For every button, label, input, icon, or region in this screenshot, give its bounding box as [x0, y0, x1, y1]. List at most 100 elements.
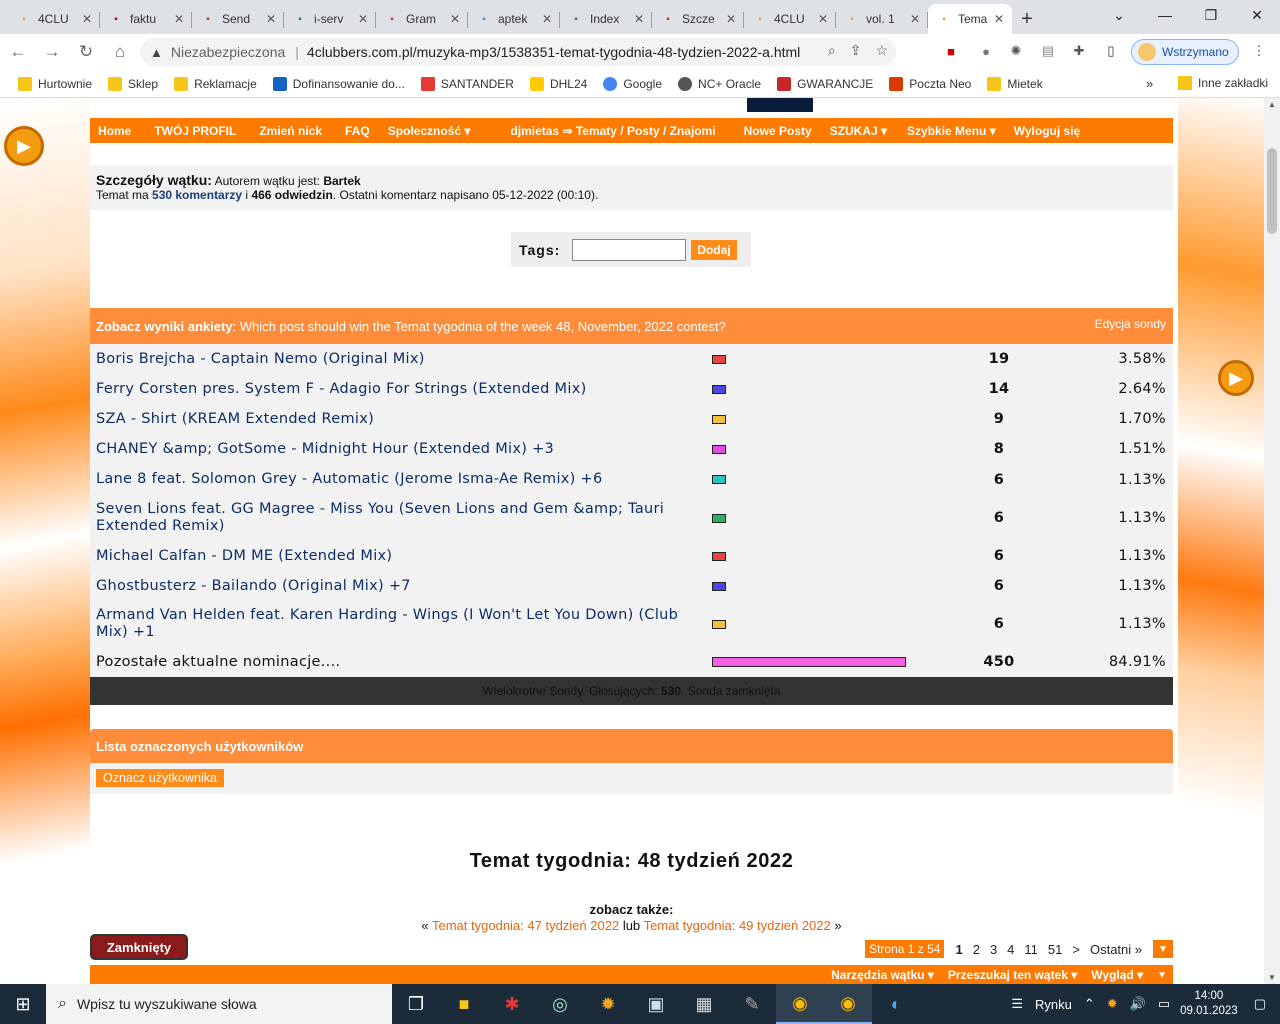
close-tab-icon[interactable]: ✕ [174, 12, 184, 26]
close-tab-icon[interactable]: ✕ [266, 12, 276, 26]
thread-closed-button[interactable]: Zamknięty [90, 934, 188, 960]
close-tab-icon[interactable]: ✕ [910, 12, 920, 26]
menu-item[interactable]: SZUKAJ ▾ [820, 124, 895, 138]
menu-item[interactable]: djmietas ⇒ Tematy / Posty / Znajomi [478, 124, 723, 138]
close-window-button[interactable]: ✕ [1234, 0, 1280, 30]
bookmark-item[interactable]: Dofinansowanie do... [272, 76, 405, 91]
zoom-icon[interactable]: ⌕ [828, 42, 836, 59]
browser-tab[interactable]: ▪ Index ✕ [560, 4, 652, 34]
bookmark-item[interactable]: Poczta Neo [889, 76, 971, 91]
forward-button[interactable]: → [36, 36, 68, 68]
page-link[interactable]: 11 [1024, 942, 1038, 957]
thread-tool-menu[interactable]: Wygląd ▾ [1091, 968, 1143, 982]
edge-icon[interactable]: ◐ [872, 984, 920, 1024]
previous-thread-link[interactable]: Temat tygodnia: 47 tydzień 2022 [432, 918, 619, 933]
close-tab-icon[interactable]: ✕ [542, 12, 552, 26]
browser-tab[interactable]: ▪ Gram ✕ [376, 4, 468, 34]
pdf-extension-icon[interactable]: ■ [940, 40, 962, 62]
bookmark-item[interactable]: Sklep [108, 76, 158, 91]
close-tab-icon[interactable]: ✕ [450, 12, 460, 26]
close-tab-icon[interactable]: ✕ [358, 12, 368, 26]
url-text[interactable]: 4clubbers.com.pl/muzyka-mp3/1538351-tema… [307, 44, 800, 60]
app-icon[interactable]: ✱ [488, 984, 536, 1024]
show-hidden-icons[interactable]: ⌃ [1084, 996, 1095, 1012]
other-bookmarks[interactable]: Inne zakładki [1178, 76, 1268, 90]
storage-extension-icon[interactable]: ▤ [1037, 40, 1059, 62]
browser-tab[interactable]: ▪ vol. 1 ✕ [836, 4, 928, 34]
poll-results-link[interactable]: Zobacz wyniki ankiety [96, 319, 233, 334]
close-tab-icon[interactable]: ✕ [726, 12, 736, 26]
notification-area-icon[interactable]: ☰ [1011, 996, 1023, 1012]
edit-poll-link[interactable]: Edycja sondy [1095, 317, 1166, 331]
page-link[interactable]: 51 [1048, 942, 1062, 957]
menu-kebab-icon[interactable]: ⋮ [1248, 40, 1270, 62]
minimize-button[interactable]: — [1142, 0, 1188, 30]
browser-tab[interactable]: ▪ 4CLU ✕ [744, 4, 836, 34]
menu-item[interactable]: Zmień nick [244, 124, 330, 138]
browser-tab[interactable]: ▪ Szcze ✕ [652, 4, 744, 34]
page-link[interactable]: Ostatni » [1090, 942, 1142, 957]
page-link[interactable]: 2 [973, 942, 980, 957]
side-panel-icon[interactable]: ▯ [1100, 40, 1122, 62]
close-tab-icon[interactable]: ✕ [818, 12, 828, 26]
next-thread-link[interactable]: Temat tygodnia: 49 tydzień 2022 [644, 918, 831, 933]
close-tab-icon[interactable]: ✕ [82, 12, 92, 26]
close-tab-icon[interactable]: ✕ [994, 12, 1004, 26]
browser-tab[interactable]: ▪ aptek ✕ [468, 4, 560, 34]
page-link[interactable]: > [1072, 942, 1080, 957]
tab-search-icon[interactable]: ⌄ [1096, 0, 1142, 30]
file-explorer-icon[interactable]: ■ [440, 984, 488, 1024]
menu-item[interactable]: Home [90, 124, 139, 138]
thread-tool-menu[interactable]: Przeszukaj ten wątek ▾ [948, 968, 1077, 982]
bookmark-item[interactable]: Reklamacje [174, 76, 257, 91]
browser-tab[interactable]: ▪ faktu ✕ [100, 4, 192, 34]
tray-app-icon[interactable]: ✹ [1107, 996, 1118, 1012]
browser-tab[interactable]: ▪ Send ✕ [192, 4, 284, 34]
bookmark-item[interactable]: DHL24 [529, 76, 587, 91]
close-tab-icon[interactable]: ✕ [634, 12, 644, 26]
add-tag-button[interactable]: Dodaj [691, 239, 737, 260]
menu-item[interactable]: Wyloguj się [1004, 124, 1088, 138]
more-bookmarks-button[interactable]: » [1146, 76, 1153, 91]
menu-item[interactable]: FAQ [330, 124, 378, 138]
browser-tab[interactable]: ▪ 4CLU ✕ [8, 4, 100, 34]
bookmark-item[interactable]: SANTANDER [420, 76, 514, 91]
page-link[interactable]: 3 [990, 942, 997, 957]
tags-input[interactable] [572, 238, 687, 261]
bookmark-item[interactable]: Google [603, 76, 662, 91]
tools-app-icon[interactable]: ✎ [728, 984, 776, 1024]
sun-app-icon[interactable]: ✹ [584, 984, 632, 1024]
tag-user-button[interactable]: Oznacz użytkownika [96, 769, 224, 787]
task-view-icon[interactable]: ❐ [392, 984, 440, 1024]
author-name[interactable]: Bartek [323, 174, 360, 188]
film-extension-icon[interactable]: ✺ [1005, 40, 1027, 62]
home-button[interactable]: ⌂ [104, 36, 136, 68]
clock[interactable]: 14:00 09.01.2023 [1180, 989, 1238, 1019]
back-button[interactable]: ← [2, 36, 34, 68]
browser-tab[interactable]: ▪ Tema ✕ [928, 4, 1012, 34]
bookmark-item[interactable]: Mietek [987, 76, 1043, 91]
new-tab-button[interactable]: + [1012, 4, 1042, 34]
page-link[interactable]: 4 [1007, 942, 1014, 957]
menu-item[interactable]: Szybkie Menu ▾ [895, 124, 1004, 138]
notifications-icon[interactable]: ▢ [1254, 996, 1266, 1012]
extensions-puzzle-icon[interactable]: ✚ [1068, 40, 1090, 62]
bookmark-item[interactable]: GWARANCJE [777, 76, 873, 91]
scroll-thumb[interactable] [1267, 148, 1277, 234]
taskbar-search[interactable]: ⌕ Wpisz tu wyszukiwane słowa [46, 984, 392, 1024]
address-bar[interactable]: ▲ Niezabezpieczona | 4clubbers.com.pl/mu… [140, 38, 896, 66]
bookmark-star-icon[interactable]: ☆ [875, 42, 888, 59]
menu-item[interactable]: TWÓJ PROFIL [139, 124, 244, 138]
menu-item[interactable]: Społeczność ▾ [378, 124, 479, 138]
profile-button[interactable]: Wstrzymano [1131, 39, 1239, 65]
share-icon[interactable]: ⇪ [850, 42, 862, 59]
scroll-up-icon[interactable]: ▲ [1268, 100, 1276, 109]
bookmark-item[interactable]: NC+ Oracle [678, 76, 761, 91]
page-scrollbar[interactable]: ▲ ▼ [1264, 98, 1280, 984]
warning-icon[interactable]: ▲ [150, 45, 163, 60]
network-icon[interactable]: ▭ [1158, 996, 1170, 1012]
chrome-profile-icon[interactable]: ◉ [824, 984, 872, 1024]
reload-button[interactable]: ↻ [70, 36, 102, 68]
document-app-icon[interactable]: ▣ [632, 984, 680, 1024]
browser-tab[interactable]: ▪ i-serv ✕ [284, 4, 376, 34]
